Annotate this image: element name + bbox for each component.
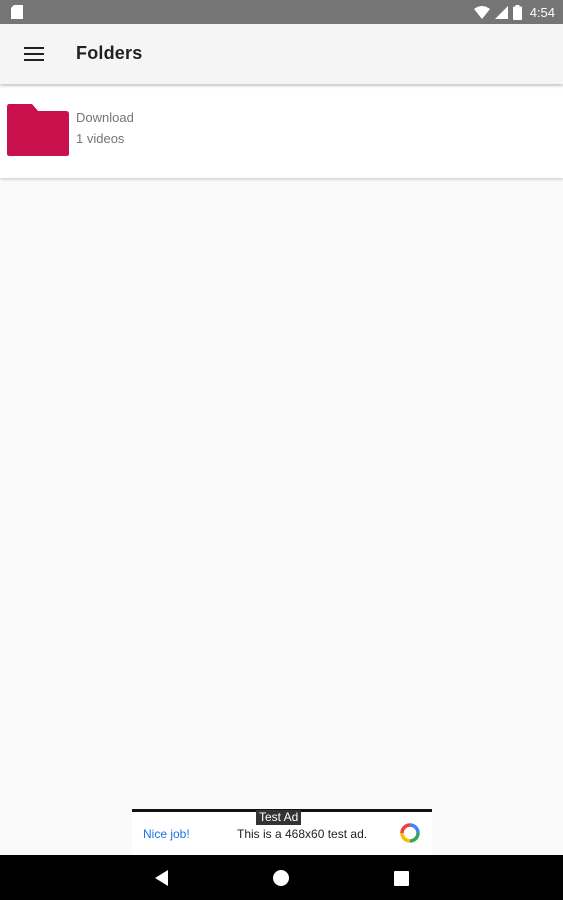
menu-icon[interactable] <box>14 35 54 73</box>
navigation-bar <box>0 855 563 900</box>
ad-banner[interactable]: Test Ad Nice job! This is a 468x60 test … <box>132 809 432 855</box>
sd-card-icon <box>11 5 23 19</box>
status-icons: 4:54 <box>473 0 555 24</box>
folder-video-count: 1 videos <box>76 131 125 146</box>
status-bar: 4:54 <box>0 0 563 24</box>
app-bar: Folders <box>0 24 563 84</box>
ad-nice-job-link[interactable]: Nice job! <box>143 827 190 841</box>
ad-logo-icon[interactable] <box>400 823 420 843</box>
recents-icon[interactable] <box>388 865 414 891</box>
home-icon[interactable] <box>268 865 294 891</box>
ad-text: This is a 468x60 test ad. <box>237 827 368 841</box>
status-time: 4:54 <box>529 4 555 20</box>
wifi-icon <box>473 5 490 19</box>
folder-list-item[interactable]: Download 1 videos <box>0 86 563 178</box>
battery-icon <box>512 4 522 20</box>
ad-tag: Test Ad <box>256 810 302 825</box>
page-title: Folders <box>76 43 143 63</box>
back-icon[interactable] <box>149 865 175 891</box>
folder-name: Download <box>76 110 134 125</box>
signal-icon <box>494 5 508 19</box>
folder-icon <box>7 104 69 156</box>
